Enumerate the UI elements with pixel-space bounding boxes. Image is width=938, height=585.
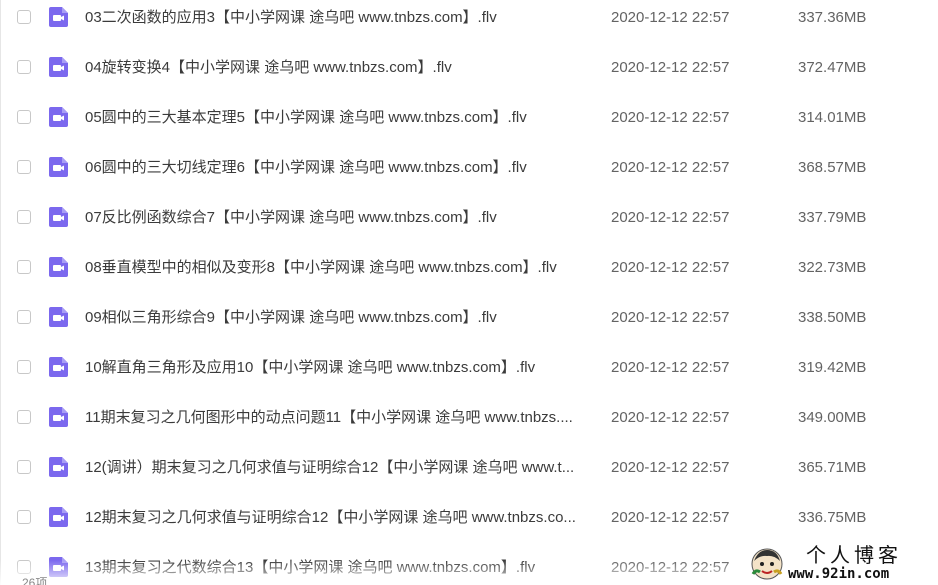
file-size: 365.71MB [798,459,867,476]
file-name[interactable]: 07反比例函数综合7【中小学网课 途乌吧 www.tnbzs.com】.flv [85,208,595,228]
file-size: 322.73MB [798,259,867,276]
file-row[interactable]: 03二次函数的应用3【中小学网课 途乌吧 www.tnbzs.com】.flv 2… [0,0,938,43]
file-modified-date: 2020-12-12 22:57 [611,509,730,526]
file-name[interactable]: 06圆中的三大切线定理6【中小学网课 途乌吧 www.tnbzs.com】.fl… [85,158,595,178]
file-name[interactable]: 08垂直模型中的相似及变形8【中小学网课 途乌吧 www.tnbzs.com】.… [85,258,595,278]
file-row[interactable]: 05圆中的三大基本定理5【中小学网课 途乌吧 www.tnbzs.com】.fl… [0,93,938,143]
avatar-logo-icon [751,548,783,580]
file-size: 337.36MB [798,9,867,26]
file-name[interactable]: 04旋转变换4【中小学网课 途乌吧 www.tnbzs.com】.flv [85,58,595,78]
file-row[interactable]: 12期末复习之几何求值与证明综合12【中小学网课 途乌吧 www.tnbzs.c… [0,493,938,543]
file-name[interactable]: 10解直角三角形及应用10【中小学网课 途乌吧 www.tnbzs.com】.f… [85,358,595,378]
file-row[interactable]: 04旋转变换4【中小学网课 途乌吧 www.tnbzs.com】.flv 2020… [0,43,938,93]
row-checkbox[interactable] [17,60,31,74]
footer-item-count: 26项 [22,576,48,585]
file-modified-date: 2020-12-12 22:57 [611,59,730,76]
row-checkbox[interactable] [17,110,31,124]
file-name[interactable]: 11期末复习之几何图形中的动点问题11【中小学网课 途乌吧 www.tnbzs.… [85,408,595,428]
file-size: 372.47MB [798,59,867,76]
file-name[interactable]: 03二次函数的应用3【中小学网课 途乌吧 www.tnbzs.com】.flv [85,8,595,28]
file-size: 368.57MB [798,159,867,176]
file-modified-date: 2020-12-12 22:57 [611,309,730,326]
row-checkbox[interactable] [17,460,31,474]
file-size: 336.75MB [798,509,867,526]
video-file-icon [49,7,68,27]
file-row[interactable]: 12(调讲）期末复习之几何求值与证明综合12【中小学网课 途乌吧 www.t..… [0,443,938,493]
file-size: 337.79MB [798,209,867,226]
file-size: 319.42MB [798,359,867,376]
file-modified-date: 2020-12-12 22:57 [611,9,730,26]
file-list: 03二次函数的应用3【中小学网课 途乌吧 www.tnbzs.com】.flv 2… [0,0,938,585]
file-name[interactable]: 12期末复习之几何求值与证明综合12【中小学网课 途乌吧 www.tnbzs.c… [85,508,595,528]
file-row[interactable]: 09相似三角形综合9【中小学网课 途乌吧 www.tnbzs.com】.flv 2… [0,293,938,343]
row-checkbox[interactable] [17,360,31,374]
video-file-icon [49,257,68,277]
file-name[interactable]: 09相似三角形综合9【中小学网课 途乌吧 www.tnbzs.com】.flv [85,308,595,328]
file-row[interactable]: 10解直角三角形及应用10【中小学网课 途乌吧 www.tnbzs.com】.f… [0,343,938,393]
file-size: 338.50MB [798,309,867,326]
file-modified-date: 2020-12-12 22:57 [611,409,730,426]
row-checkbox[interactable] [17,410,31,424]
video-file-icon [49,157,68,177]
row-checkbox[interactable] [17,160,31,174]
video-file-icon [49,107,68,127]
video-file-icon [49,57,68,77]
file-row[interactable]: 08垂直模型中的相似及变形8【中小学网课 途乌吧 www.tnbzs.com】.… [0,243,938,293]
file-modified-date: 2020-12-12 22:57 [611,359,730,376]
file-modified-date: 2020-12-12 22:57 [611,459,730,476]
file-row[interactable]: 11期末复习之几何图形中的动点问题11【中小学网课 途乌吧 www.tnbzs.… [0,393,938,443]
file-row[interactable]: 07反比例函数综合7【中小学网课 途乌吧 www.tnbzs.com】.flv 2… [0,193,938,243]
file-row[interactable]: 06圆中的三大切线定理6【中小学网课 途乌吧 www.tnbzs.com】.fl… [0,143,938,193]
file-name[interactable]: 12(调讲）期末复习之几何求值与证明综合12【中小学网课 途乌吧 www.t..… [85,458,595,478]
file-size: 349.00MB [798,409,867,426]
watermark-url: www.92in.com [788,566,890,582]
row-checkbox[interactable] [17,260,31,274]
row-checkbox[interactable] [17,310,31,324]
file-modified-date: 2020-12-12 22:57 [611,259,730,276]
video-file-icon [49,457,68,477]
file-name[interactable]: 05圆中的三大基本定理5【中小学网课 途乌吧 www.tnbzs.com】.fl… [85,108,595,128]
file-modified-date: 2020-12-12 22:57 [611,209,730,226]
row-checkbox[interactable] [17,10,31,24]
file-modified-date: 2020-12-12 22:57 [611,109,730,126]
file-modified-date: 2020-12-12 22:57 [611,159,730,176]
file-size: 314.01MB [798,109,867,126]
file-browser-page: 03二次函数的应用3【中小学网课 途乌吧 www.tnbzs.com】.flv 2… [0,0,938,585]
row-checkbox[interactable] [17,210,31,224]
video-file-icon [49,207,68,227]
row-checkbox[interactable] [17,510,31,524]
blog-watermark: 个人博客 www.92in.com [745,543,938,585]
video-file-icon [49,507,68,527]
video-file-icon [49,357,68,377]
watermark-title: 个人博客 [806,543,902,567]
video-file-icon [49,307,68,327]
video-file-icon [49,407,68,427]
